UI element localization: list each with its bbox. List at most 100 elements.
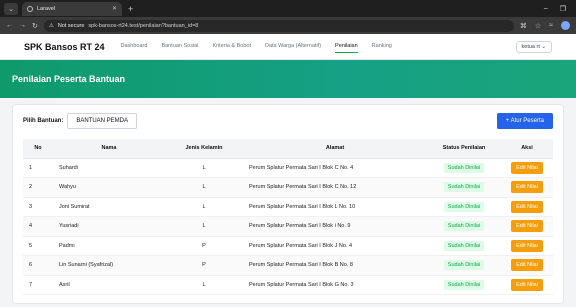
- browser-tab[interactable]: Laravel ✕: [22, 1, 122, 16]
- col-aksi: Aksi: [501, 139, 553, 159]
- cell-aksi: Edit Nilai: [501, 177, 553, 198]
- cell-status: Sudah Dinilai: [427, 216, 501, 237]
- edit-nilai-button[interactable]: Edit Nilai: [511, 200, 543, 213]
- cell-no: 1: [23, 158, 53, 178]
- cell-alamat: Perum Splatur Permata Sari I Blok B No. …: [243, 255, 427, 276]
- status-badge: Sudah Dinilai: [443, 260, 485, 271]
- cell-nama: Yusriadi: [53, 216, 165, 237]
- table-row: 3 Joni Sumirat L Perum Splatur Permata Sari…: [23, 197, 553, 217]
- table-row: 6 Lin Sunarni (Syafrizal) P Perum Splatur P…: [23, 255, 553, 276]
- tab-title: Laravel: [37, 5, 56, 12]
- user-menu[interactable]: ketua rt ⌄: [515, 40, 552, 53]
- table-row: 2 Wahyu L Perum Splatur Permata Sari I Blok…: [23, 177, 553, 198]
- cell-aksi: Edit Nilai: [501, 158, 553, 178]
- filter-label: Pilih Bantuan:: [23, 118, 64, 124]
- edit-nilai-button[interactable]: Edit Nilai: [511, 259, 543, 272]
- cell-alamat: Perum Splatur Permata Sari I Blok G No. …: [243, 275, 427, 295]
- table-row: 5 Padmi P Perum Splatur Permata Sari I Blok…: [23, 236, 553, 256]
- cell-nama: Padmi: [53, 236, 165, 256]
- nav-bantuan-sosial[interactable]: Bantuan Sosial: [161, 40, 198, 53]
- minimize-icon[interactable]: –: [544, 5, 548, 13]
- peserta-table: No Nama Jenis Kelamin Alamat Status Peni…: [23, 139, 553, 295]
- nav-data-warga[interactable]: Data Warga (Alternatif): [265, 40, 321, 53]
- table-row: 1 Suhardi L Perum Splatur Permata Sari I Bl…: [23, 158, 553, 178]
- url-text: spk-bansos-rt24.test/penilaian?bantuan_i…: [88, 22, 199, 29]
- cell-aksi: Edit Nilai: [501, 236, 553, 256]
- cell-aksi: Edit Nilai: [501, 216, 553, 237]
- cell-alamat: Perum Splatur Permata Sari I Blok i No. …: [243, 216, 427, 237]
- status-badge: Sudah Dinilai: [443, 201, 485, 212]
- back-icon[interactable]: ←: [6, 22, 13, 29]
- cell-alamat: Perum Splatur Permata Sari I Blok L No. …: [243, 197, 427, 217]
- translate-icon[interactable]: ⌘: [520, 22, 527, 30]
- cell-aksi: Edit Nilai: [501, 275, 553, 295]
- cell-alamat: Perum Splatur Permata Sari I Blok C No. …: [243, 177, 427, 198]
- browser-actions: ⌘ ☆ ≈: [520, 21, 570, 30]
- browser-toolbar: ← → ↻ ⚠ Not secure spk-bansos-rt24.test/…: [0, 17, 576, 34]
- bantuan-select[interactable]: BANTUAN PEMDA: [67, 113, 138, 129]
- reload-icon[interactable]: ↻: [32, 22, 38, 30]
- col-jenis-kelamin: Jenis Kelamin: [165, 139, 243, 159]
- warning-icon: ⚠: [48, 22, 54, 29]
- browser-tabstrip: ⌄ Laravel ✕ + – ❐: [0, 0, 576, 17]
- cell-status: Sudah Dinilai: [427, 177, 501, 198]
- app-navbar: SPK Bansos RT 24 Dashboard Bantuan Sosia…: [0, 34, 576, 60]
- cell-jenis-kelamin: L: [165, 158, 243, 178]
- profile-avatar[interactable]: [561, 21, 570, 30]
- page-title: Penilaian Peserta Bantuan: [12, 74, 126, 84]
- status-badge: Sudah Dinilai: [443, 279, 485, 290]
- tab-search-icon[interactable]: ⌄: [4, 2, 18, 15]
- cell-no: 4: [23, 216, 53, 237]
- col-no: No: [23, 139, 53, 159]
- cell-no: 3: [23, 197, 53, 217]
- nav-penilaian[interactable]: Penilaian: [335, 40, 358, 53]
- address-bar[interactable]: ⚠ Not secure spk-bansos-rt24.test/penila…: [43, 19, 514, 32]
- cell-jenis-kelamin: L: [165, 197, 243, 217]
- atur-peserta-button[interactable]: + Atur Peserta: [496, 113, 553, 129]
- close-tab-icon[interactable]: ✕: [112, 5, 117, 12]
- star-icon[interactable]: ☆: [535, 22, 541, 30]
- cell-status: Sudah Dinilai: [427, 275, 501, 295]
- cell-jenis-kelamin: P: [165, 236, 243, 256]
- table-row: 4 Yusriadi L Perum Splatur Permata Sari I B…: [23, 216, 553, 237]
- edit-nilai-button[interactable]: Edit Nilai: [511, 278, 543, 291]
- cell-status: Sudah Dinilai: [427, 255, 501, 276]
- forward-icon[interactable]: →: [19, 22, 26, 29]
- new-tab-icon[interactable]: +: [128, 4, 133, 14]
- content-card: Pilih Bantuan: BANTUAN PEMDA + Atur Pese…: [12, 104, 564, 304]
- not-secure-label: Not secure: [57, 22, 85, 29]
- cell-jenis-kelamin: P: [165, 255, 243, 276]
- cell-jenis-kelamin: L: [165, 177, 243, 198]
- nav-ranking[interactable]: Ranking: [372, 40, 392, 53]
- nav-dashboard[interactable]: Dashboard: [121, 40, 148, 53]
- edit-nilai-button[interactable]: Edit Nilai: [511, 181, 543, 194]
- status-badge: Sudah Dinilai: [443, 240, 485, 251]
- extensions-icon[interactable]: ≈: [549, 22, 553, 29]
- status-badge: Sudah Dinilai: [443, 162, 485, 173]
- brand-logo[interactable]: SPK Bansos RT 24: [24, 42, 105, 52]
- cell-no: 2: [23, 177, 53, 198]
- cell-no: 6: [23, 255, 53, 276]
- cell-aksi: Edit Nilai: [501, 197, 553, 217]
- nav-kriteria-bobot[interactable]: Kriteria & Bobot: [212, 40, 251, 53]
- cell-status: Sudah Dinilai: [427, 236, 501, 256]
- cell-status: Sudah Dinilai: [427, 197, 501, 217]
- cell-nama: Asril: [53, 275, 165, 295]
- cell-status: Sudah Dinilai: [427, 158, 501, 178]
- cell-alamat: Perum Splatur Permata Sari I Blok J No. …: [243, 236, 427, 256]
- main-nav: Dashboard Bantuan Sosial Kriteria & Bobo…: [121, 40, 392, 53]
- cell-no: 7: [23, 275, 53, 295]
- page-header: Penilaian Peserta Bantuan: [0, 60, 576, 98]
- status-badge: Sudah Dinilai: [443, 221, 485, 232]
- col-status: Status Penilaian: [427, 139, 501, 159]
- window-controls: – ❐: [544, 5, 572, 13]
- chevron-down-icon: ⌄: [541, 43, 546, 50]
- edit-nilai-button[interactable]: Edit Nilai: [511, 239, 543, 252]
- edit-nilai-button[interactable]: Edit Nilai: [511, 161, 543, 174]
- restore-icon[interactable]: ❐: [560, 5, 566, 13]
- edit-nilai-button[interactable]: Edit Nilai: [511, 220, 543, 233]
- filter-toolbar: Pilih Bantuan: BANTUAN PEMDA + Atur Pese…: [13, 105, 563, 137]
- col-nama: Nama: [53, 139, 165, 159]
- cell-no: 5: [23, 236, 53, 256]
- user-name: ketua rt: [521, 43, 540, 50]
